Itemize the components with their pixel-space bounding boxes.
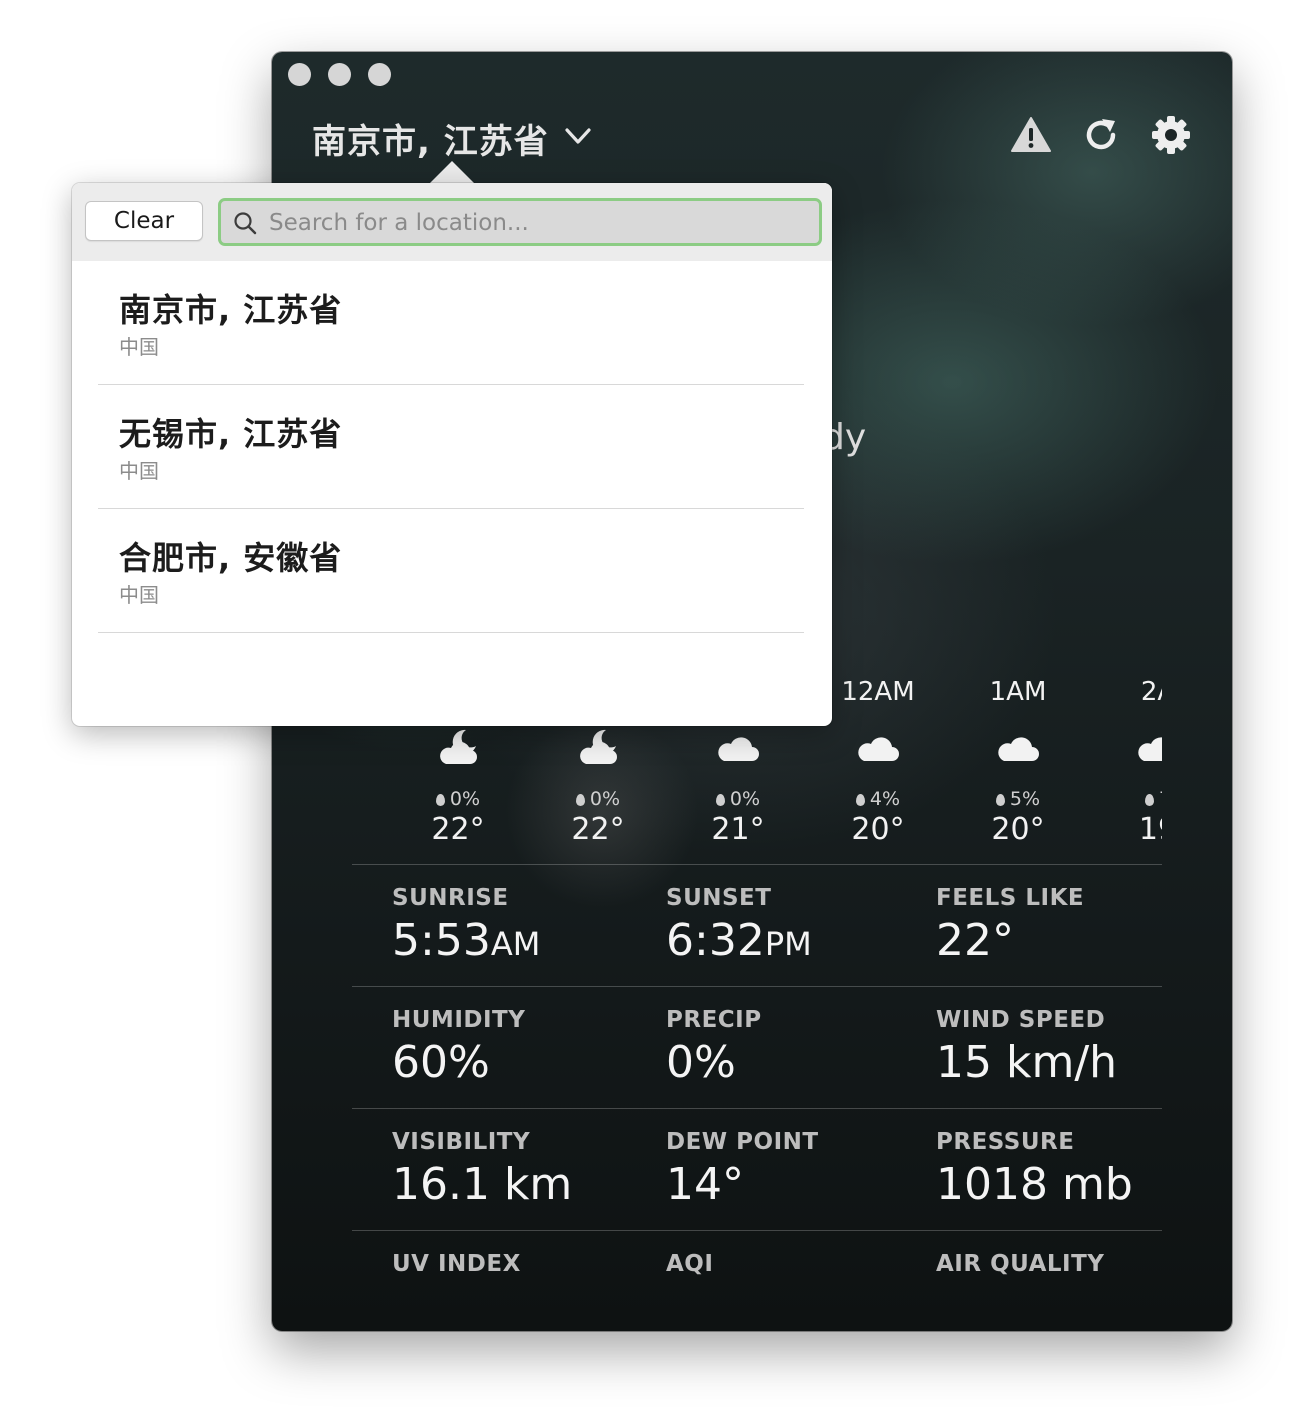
partly-cloudy-night-icon [580,729,617,764]
location-title: 南京市, 江苏省 [312,122,549,162]
search-icon [234,212,257,235]
details-row: SUNRISE 5:53AM SUNSET 6:32PM FEELS LIKE … [352,864,1162,986]
partly-cloudy-night-icon [440,729,477,764]
sunset-cell: SUNSET 6:32PM [666,885,812,966]
raindrop-icon [715,794,725,806]
cloud-icon [718,737,759,761]
precip-cell: PRECIP 0% [666,1007,762,1088]
popover-arrow [428,161,476,185]
refresh-icon[interactable] [1080,114,1122,156]
location-results: 南京市, 江苏省 中国 无锡市, 江苏省 中国 合肥市, 安徽省 中国 [98,261,804,633]
location-result-item[interactable]: 无锡市, 江苏省 中国 [98,385,804,509]
raindrop-icon [855,794,865,806]
raindrop-icon [435,794,445,806]
details-row: VISIBILITY 16.1 km DEW POINT 14° PRESSUR… [352,1108,1162,1230]
search-input[interactable] [267,201,811,245]
zoom-window-button[interactable] [368,63,391,86]
popover-header: Clear [72,183,832,261]
raindrop-icon [1144,794,1154,806]
dew-point-cell: DEW POINT 14° [666,1129,819,1210]
location-result-item[interactable]: 南京市, 江苏省 中国 [98,261,804,385]
clear-button[interactable]: Clear [85,201,203,241]
close-window-button[interactable] [288,63,311,86]
uv-index-cell: UV INDEX [392,1251,521,1277]
weather-details: SUNRISE 5:53AM SUNSET 6:32PM FEELS LIKE … [352,864,1162,1331]
chevron-down-icon [565,127,591,144]
sunrise-cell: SUNRISE 5:53AM [392,885,541,966]
hourly-item: 1AM 5% 20° [989,677,1047,847]
hourly-item: 2A 7 19 [1088,672,1162,847]
feels-like-cell: FEELS LIKE 22° [936,885,1085,966]
location-search-popover: Clear 南京市, 江苏省 中国 无锡市, 江苏省 中国 合肥市, 安徽省 中… [72,183,832,726]
location-result-item[interactable]: 合肥市, 安徽省 中国 [98,509,804,633]
raindrop-icon [575,794,585,806]
cloud-icon [998,737,1039,761]
wind-speed-cell: WIND SPEED 15 km/h [936,1007,1118,1088]
visibility-cell: VISIBILITY 16.1 km [392,1129,573,1210]
pressure-cell: PRESSURE 1018 mb [936,1129,1133,1210]
details-row: HUMIDITY 60% PRECIP 0% WIND SPEED 15 km/… [352,986,1162,1108]
aqi-cell: AQI [666,1251,714,1277]
settings-gear-icon[interactable] [1150,114,1192,156]
warning-icon[interactable] [1010,114,1052,156]
cloud-icon [858,737,899,761]
cloud-icon [1138,737,1162,761]
minimize-window-button[interactable] [328,63,351,86]
location-selector[interactable]: 南京市, 江苏省 [312,114,593,163]
humidity-cell: HUMIDITY 60% [392,1007,526,1088]
header-actions [1010,114,1192,156]
window-controls [288,63,391,86]
air-quality-cell: AIR QUALITY [936,1251,1105,1277]
details-row: UV INDEX AQI AIR QUALITY [352,1230,1162,1331]
search-field[interactable] [218,198,822,246]
raindrop-icon [995,794,1005,806]
